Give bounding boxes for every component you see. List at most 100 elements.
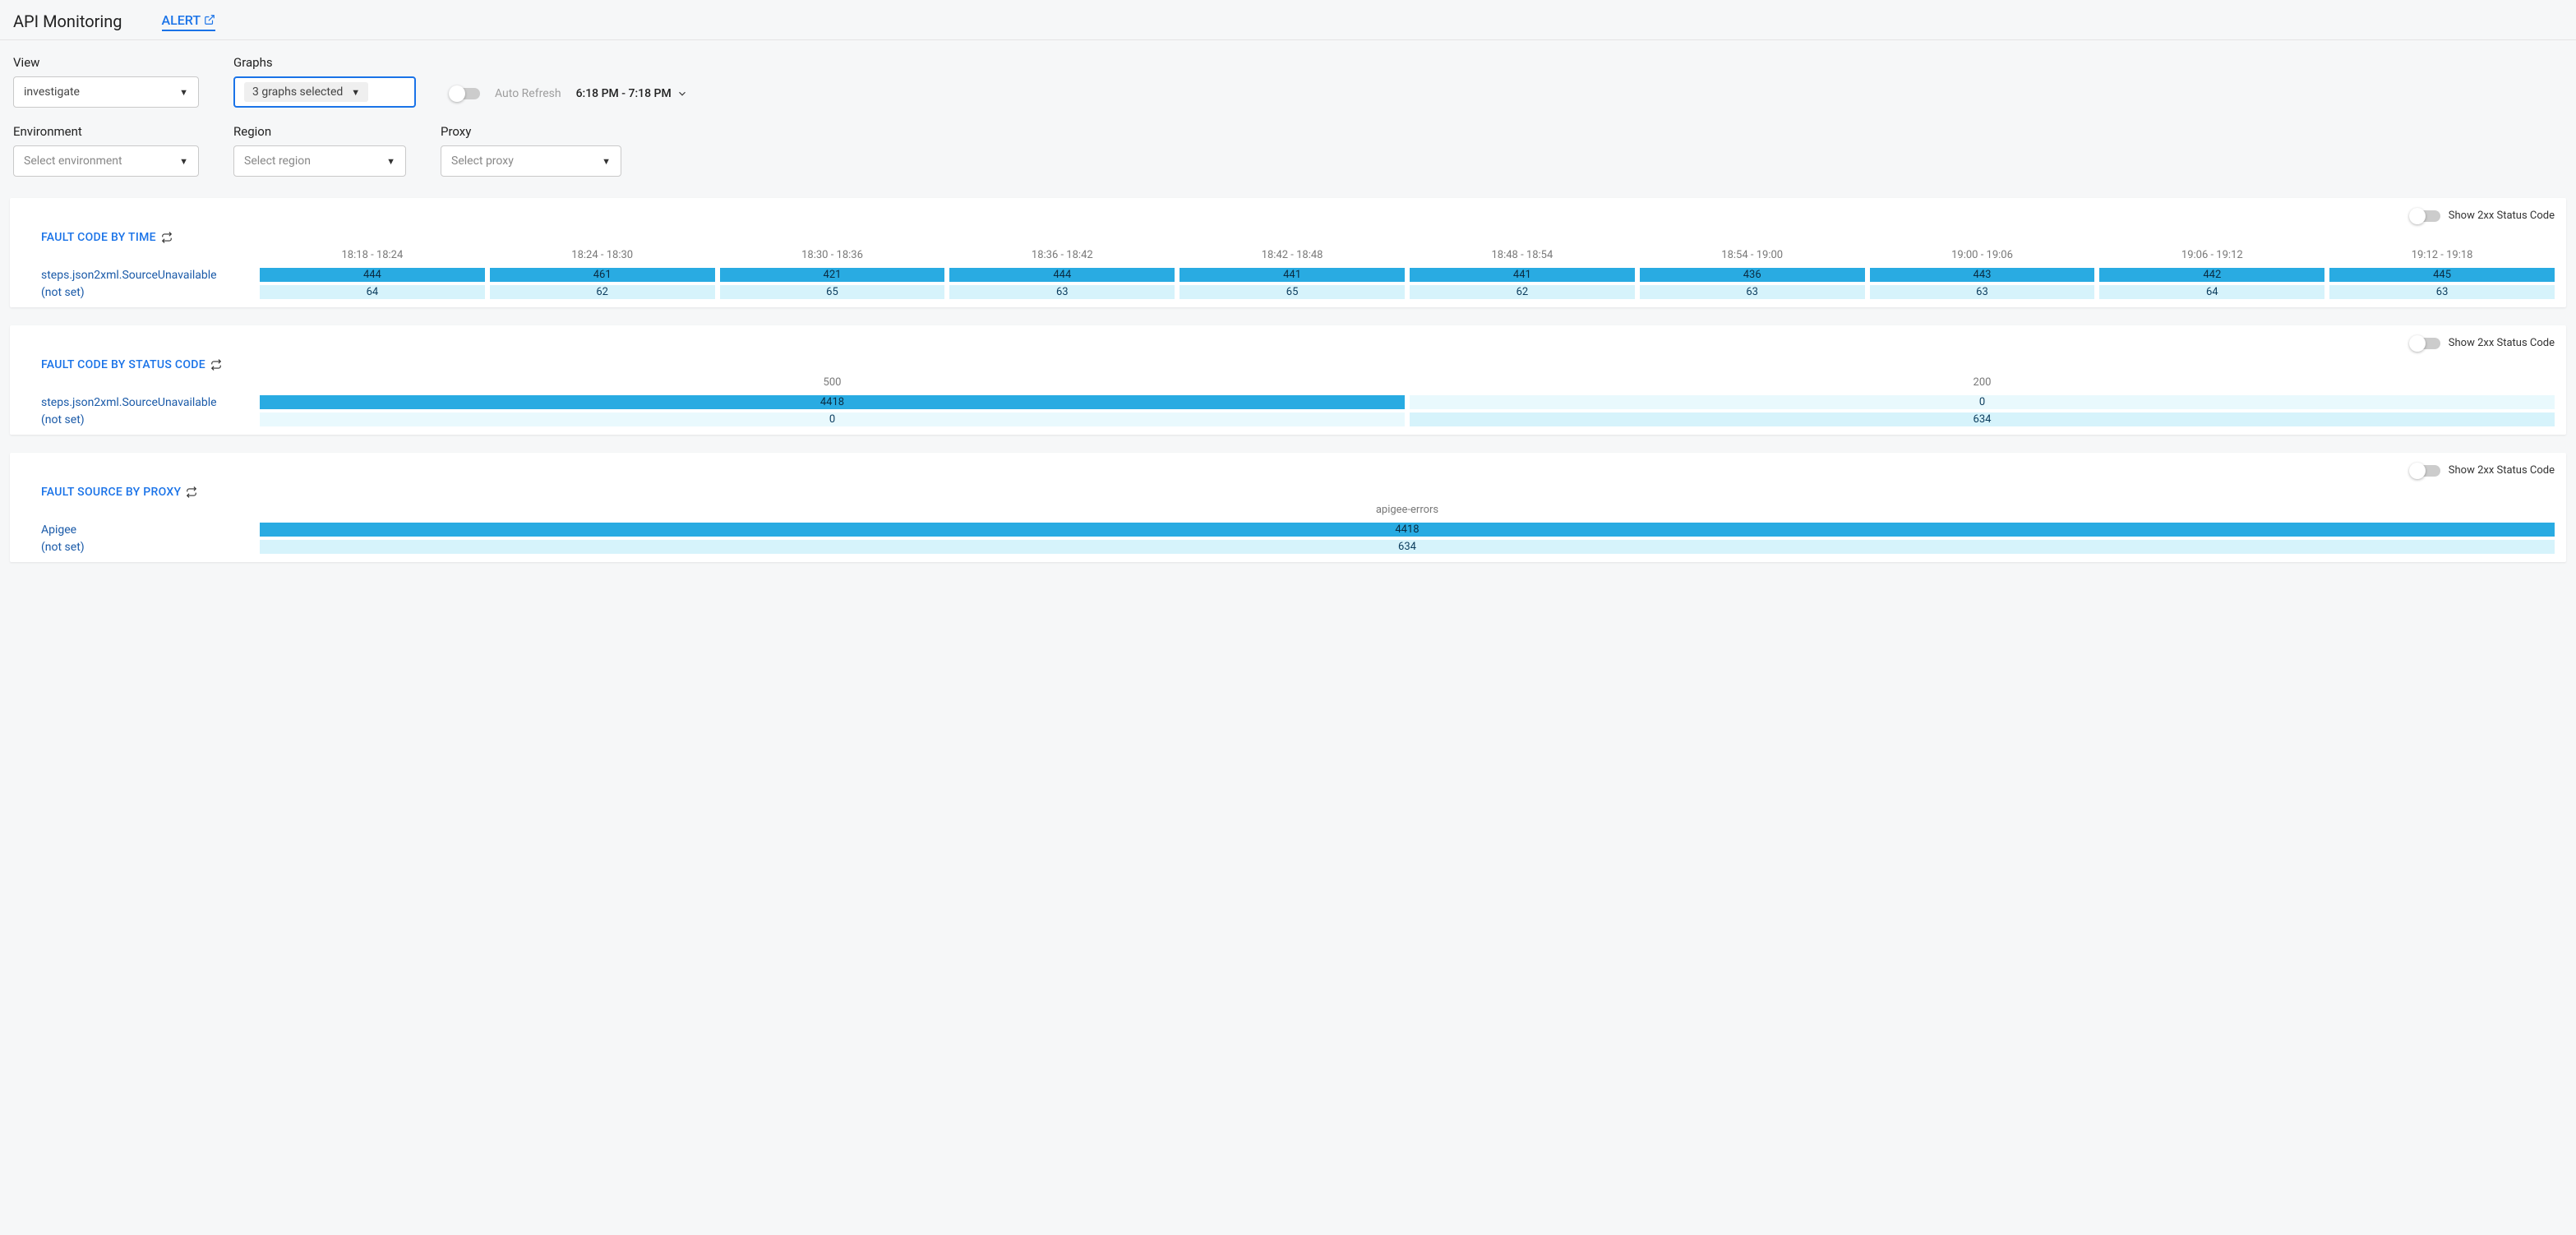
auto-refresh-toggle[interactable] [450, 88, 480, 99]
environment-filter: Environment Select environment ▼ [13, 124, 199, 177]
heat-cell[interactable]: 634 [1410, 412, 2555, 426]
card-title-text: FAULT SOURCE BY PROXY [41, 486, 181, 499]
auto-refresh-label: Auto Refresh [495, 87, 561, 100]
fault-status-grid: 500 200 steps.json2xml.SourceUnavailable 44… [41, 376, 2555, 426]
show-2xx-label: Show 2xx Status Code [2449, 464, 2555, 477]
show-2xx-label: Show 2xx Status Code [2449, 210, 2555, 222]
swap-icon[interactable] [186, 486, 197, 498]
card-title: FAULT SOURCE BY PROXY [41, 486, 2555, 499]
filters-row-1: View investigate ▼ Graphs 3 graphs selec… [0, 40, 2576, 108]
chevron-down-icon: ▼ [179, 156, 188, 167]
column-header: 18:18 - 18:24 [260, 249, 485, 265]
heat-cell[interactable]: 63 [949, 285, 1175, 299]
card-title: FAULT CODE BY TIME [41, 231, 2555, 244]
time-range-select[interactable]: 6:18 PM - 7:18 PM [576, 87, 688, 100]
heat-cell[interactable]: 444 [260, 268, 485, 282]
fault-proxy-grid: apigee-errorsApigee4418(not set)634 [41, 504, 2555, 554]
row-label: (not set) [41, 541, 255, 554]
heat-cell[interactable]: 62 [1410, 285, 1635, 299]
view-select[interactable]: investigate ▼ [13, 76, 199, 108]
proxy-filter: Proxy Select proxy ▼ [441, 124, 621, 177]
alert-link-label: ALERT [162, 12, 201, 28]
heat-cell[interactable]: 63 [1870, 285, 2095, 299]
show-2xx-toggle[interactable] [2411, 210, 2440, 222]
card-top-controls: Show 2xx Status Code [2411, 464, 2555, 477]
column-header: 200 [1410, 376, 2555, 392]
page-header: API Monitoring ALERT [0, 0, 2576, 40]
heat-cell[interactable]: 441 [1180, 268, 1405, 282]
row-label: steps.json2xml.SourceUnavailable [41, 396, 255, 409]
chevron-down-icon: ▼ [386, 156, 395, 167]
heat-cell[interactable]: 65 [1180, 285, 1405, 299]
heat-cell[interactable]: 421 [720, 268, 945, 282]
row-label: (not set) [41, 286, 255, 299]
column-header: 18:54 - 19:00 [1640, 249, 1865, 265]
heat-cell[interactable]: 63 [1640, 285, 1865, 299]
graphs-select[interactable]: 3 graphs selected ▼ [233, 76, 416, 108]
graphs-label: Graphs [233, 55, 416, 70]
column-header: 19:06 - 19:12 [2099, 249, 2324, 265]
card-top-controls: Show 2xx Status Code [2411, 210, 2555, 222]
show-2xx-toggle[interactable] [2411, 465, 2440, 477]
heat-cell[interactable]: 4418 [260, 523, 2555, 537]
heat-cell[interactable]: 461 [490, 268, 715, 282]
refresh-time-row: Auto Refresh 6:18 PM - 7:18 PM [450, 80, 688, 108]
heat-cell[interactable]: 442 [2099, 268, 2324, 282]
chevron-down-icon: ▼ [179, 87, 188, 98]
heat-cell[interactable]: 445 [2329, 268, 2555, 282]
environment-label: Environment [13, 124, 199, 139]
region-placeholder: Select region [244, 154, 311, 168]
heat-cell[interactable]: 64 [2099, 285, 2324, 299]
heat-cell[interactable]: 4418 [260, 395, 1405, 409]
column-header: 18:48 - 18:54 [1410, 249, 1635, 265]
heat-cell[interactable]: 0 [260, 412, 1405, 426]
heat-cell[interactable]: 444 [949, 268, 1175, 282]
column-header: 18:30 - 18:36 [720, 249, 945, 265]
heat-cell[interactable]: 634 [260, 540, 2555, 554]
region-label: Region [233, 124, 406, 139]
page-title: API Monitoring [13, 12, 122, 31]
proxy-select[interactable]: Select proxy ▼ [441, 145, 621, 177]
heat-cell[interactable]: 441 [1410, 268, 1635, 282]
view-select-value: investigate [24, 85, 80, 99]
filters-row-2: Environment Select environment ▼ Region … [0, 108, 2576, 198]
column-header: 18:42 - 18:48 [1180, 249, 1405, 265]
heat-cell[interactable]: 436 [1640, 268, 1865, 282]
graphs-chip: 3 graphs selected ▼ [244, 82, 368, 102]
chevron-down-icon [676, 88, 688, 99]
card-top-controls: Show 2xx Status Code [2411, 337, 2555, 349]
heat-cell[interactable]: 63 [2329, 285, 2555, 299]
swap-icon[interactable] [210, 359, 222, 371]
time-range-value: 6:18 PM - 7:18 PM [576, 87, 672, 100]
row-label: steps.json2xml.SourceUnavailable [41, 269, 255, 282]
fault-time-grid: 18:18 - 18:2418:24 - 18:3018:30 - 18:361… [41, 249, 2555, 299]
row-label: (not set) [41, 413, 255, 426]
region-select[interactable]: Select region ▼ [233, 145, 406, 177]
show-2xx-toggle[interactable] [2411, 338, 2440, 349]
chevron-down-icon: ▼ [351, 87, 360, 98]
column-header: 500 [260, 376, 1405, 392]
card-title-text: FAULT CODE BY TIME [41, 231, 156, 244]
heat-cell[interactable]: 0 [1410, 395, 2555, 409]
heat-cell[interactable]: 64 [260, 285, 485, 299]
heat-cell[interactable]: 62 [490, 285, 715, 299]
graphs-filter: Graphs 3 graphs selected ▼ [233, 55, 416, 108]
heat-cell[interactable]: 65 [720, 285, 945, 299]
alert-link[interactable]: ALERT [162, 12, 216, 31]
swap-icon[interactable] [161, 232, 173, 243]
graphs-select-value: 3 graphs selected [252, 85, 343, 99]
card-fault-code-by-time: Show 2xx Status Code FAULT CODE BY TIME … [10, 198, 2566, 307]
heat-cell[interactable]: 443 [1870, 268, 2095, 282]
region-filter: Region Select region ▼ [233, 124, 406, 177]
column-header: 19:00 - 19:06 [1870, 249, 2095, 265]
environment-placeholder: Select environment [24, 154, 122, 168]
column-header: 18:36 - 18:42 [949, 249, 1175, 265]
card-fault-source-by-proxy: Show 2xx Status Code FAULT SOURCE BY PRO… [10, 453, 2566, 562]
column-header: 18:24 - 18:30 [490, 249, 715, 265]
environment-select[interactable]: Select environment ▼ [13, 145, 199, 177]
card-title: FAULT CODE BY STATUS CODE [41, 358, 2555, 371]
proxy-label: Proxy [441, 124, 621, 139]
proxy-placeholder: Select proxy [451, 154, 514, 168]
column-header: 19:12 - 19:18 [2329, 249, 2555, 265]
card-fault-code-by-status: Show 2xx Status Code FAULT CODE BY STATU… [10, 325, 2566, 435]
